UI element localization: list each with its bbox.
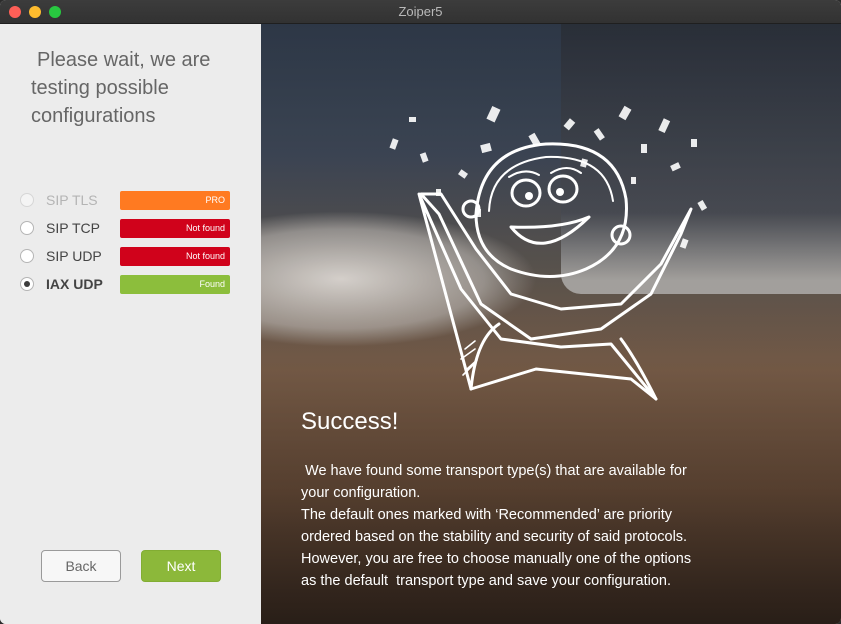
status-badge: Not found [120,219,230,238]
radio-sip-tls [20,193,34,207]
pro-badge: PRO [120,191,230,210]
success-message: We have found some transport type(s) tha… [301,460,771,592]
left-panel: Please wait, we are testing possible con… [0,24,261,624]
heading-line: testing possible [31,77,169,99]
app-window: Zoiper5 Please wait, we are testing poss… [0,0,841,624]
message-line: as the default transport type and save y… [301,573,671,589]
next-button[interactable]: Next [141,550,221,582]
radio-iax-udp[interactable] [20,277,34,291]
option-sip-udp[interactable]: SIP UDP Not found [20,247,232,267]
option-sip-tcp[interactable]: SIP TCP Not found [20,219,232,239]
message-line: We have found some transport type(s) tha… [301,463,687,479]
status-badge: Not found [120,247,230,266]
title-bar: Zoiper5 [0,0,841,24]
option-label[interactable]: IAX UDP [46,276,103,292]
message-line: your configuration. [301,485,421,501]
option-label: SIP TLS [46,192,98,208]
message-line: However, you are free to choose manually… [301,551,692,567]
option-label[interactable]: SIP UDP [46,248,102,264]
option-sip-tls: SIP TLS PRO [20,191,232,211]
back-button[interactable]: Back [41,550,121,582]
page-heading: Please wait, we are testing possible con… [31,46,246,130]
success-title: Success! [301,408,399,435]
radio-sip-tcp[interactable] [20,221,34,235]
heading-line: Please wait, we are [37,49,211,71]
radio-sip-udp[interactable] [20,249,34,263]
success-panel: Success! We have found some transport ty… [261,24,841,624]
option-label[interactable]: SIP TCP [46,220,100,236]
celebrating-mascot-icon [389,105,708,401]
status-badge: Found [120,275,230,294]
message-line: ordered based on the stability and secur… [301,529,688,545]
window-title: Zoiper5 [398,4,443,19]
heading-line: configurations [31,105,156,127]
option-iax-udp[interactable]: IAX UDP Found [20,275,232,295]
message-line: The default ones marked with ‘Recommende… [301,507,672,523]
